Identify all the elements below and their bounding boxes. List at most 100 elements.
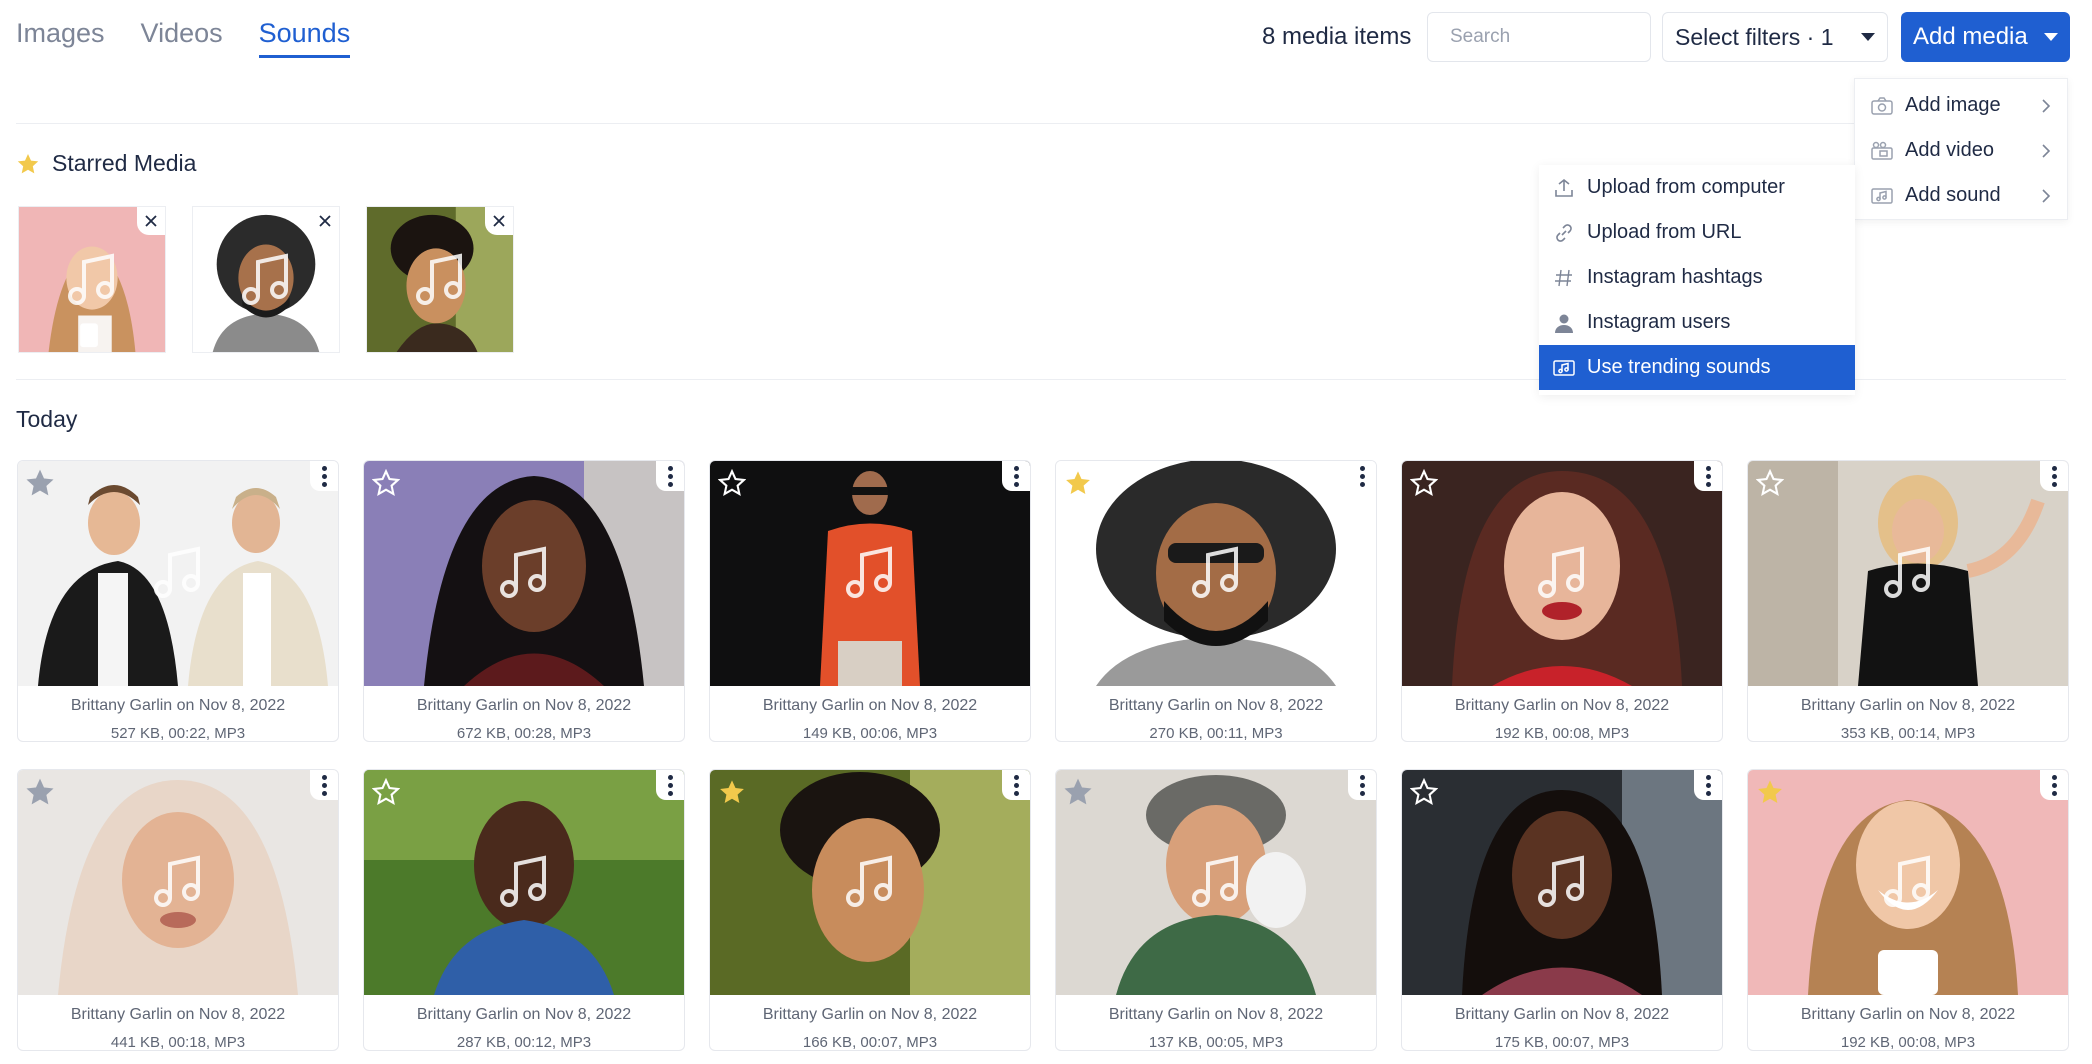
more-options-button[interactable] [1002,461,1030,491]
card-meta: 353 KB, 00:14, MP3 [1840,725,1976,742]
more-options-button[interactable] [310,770,338,800]
user-icon [1555,314,1573,333]
music-note-icon [500,546,546,598]
media-card[interactable]: Brittany Garlin on Nov 8, 2022 287 KB, 0… [363,769,685,1051]
upload-icon [1555,178,1573,197]
star-icon[interactable] [1756,469,1784,497]
card-author: Brittany Garlin on Nov 8, 2022 [1454,1006,1670,1023]
menu-item-add-video[interactable]: Add video [1855,128,2067,173]
more-options-button[interactable] [2040,461,2068,491]
menu-item-label: Instagram users [1587,311,1731,333]
add-media-label: Add media [1913,23,2028,50]
card-meta: 441 KB, 00:18, MP3 [110,1034,246,1051]
star-icon[interactable] [372,469,400,497]
more-options-button[interactable] [2040,770,2068,800]
more-options-button[interactable] [1694,770,1722,800]
music-note-icon [1538,546,1584,598]
more-options-button[interactable] [1348,770,1376,800]
menu-item-label: Add sound [1905,184,2001,206]
section-title-today: Today [16,406,78,432]
menu-item-add-sound[interactable]: Add sound [1855,173,2067,218]
menu-item-label: Upload from URL [1587,221,1742,243]
media-card[interactable]: Brittany Garlin on Nov 8, 2022 270 KB, 0… [1055,460,1377,742]
add-media-button[interactable]: Add media [1901,12,2070,62]
starred-thumb[interactable] [192,206,340,353]
menu-item-upload-computer[interactable]: Upload from computer [1539,165,1855,210]
menu-item-add-image[interactable]: Add image [1855,83,2067,128]
card-author: Brittany Garlin on Nov 8, 2022 [1108,697,1324,714]
music-note-icon [416,253,462,305]
star-icon[interactable] [718,469,746,497]
tab-images[interactable]: Images [16,18,105,58]
star-icon[interactable] [1410,469,1438,497]
menu-item-label: Instagram hashtags [1587,266,1763,288]
star-icon[interactable] [372,778,400,806]
card-author: Brittany Garlin on Nov 8, 2022 [416,1006,632,1023]
menu-item-instagram-hashtags[interactable]: Instagram hashtags [1539,255,1855,300]
music-note-icon [1884,546,1930,598]
music-note-icon [68,253,114,305]
star-icon[interactable] [26,469,54,497]
more-options-button[interactable] [1002,770,1030,800]
star-icon[interactable] [26,778,54,806]
media-card[interactable]: Brittany Garlin on Nov 8, 2022 192 KB, 0… [1747,769,2069,1051]
more-options-button[interactable] [310,461,338,491]
starred-thumb[interactable] [366,206,514,353]
tab-sounds[interactable]: Sounds [258,18,351,58]
card-author: Brittany Garlin on Nov 8, 2022 [1800,697,2016,714]
menu-item-label: Upload from computer [1587,176,1785,198]
card-meta: 672 KB, 00:28, MP3 [456,725,592,742]
media-card[interactable]: Brittany Garlin on Nov 8, 2022 353 KB, 0… [1747,460,2069,742]
more-options-button[interactable] [1348,461,1376,491]
starred-media-heading: Starred Media [16,150,196,177]
tab-videos[interactable]: Videos [141,18,223,58]
more-options-button[interactable] [1694,461,1722,491]
chevron-down-icon [2044,33,2058,41]
menu-item-trending-sounds[interactable]: Use trending sounds [1539,345,1855,390]
music-note-icon [846,855,892,907]
hashtag-icon [1555,269,1572,286]
filters-dropdown[interactable]: Select filters · 1 [1662,12,1888,62]
chevron-down-icon [1861,33,1875,41]
music-note-icon [154,546,200,598]
menu-item-instagram-users[interactable]: Instagram users [1539,300,1855,345]
search-input[interactable] [1427,12,1651,62]
filters-label: Select filters · 1 [1675,23,1834,50]
media-card[interactable]: Brittany Garlin on Nov 8, 2022 166 KB, 0… [709,769,1031,1051]
more-options-button[interactable] [656,461,684,491]
star-icon[interactable] [1410,778,1438,806]
card-meta: 137 KB, 00:05, MP3 [1148,1034,1284,1051]
media-card[interactable]: Brittany Garlin on Nov 8, 2022 527 KB, 0… [17,460,339,742]
media-card[interactable]: Brittany Garlin on Nov 8, 2022 137 KB, 0… [1055,769,1377,1051]
star-filled-icon[interactable] [1064,469,1092,497]
media-card[interactable]: Brittany Garlin on Nov 8, 2022 192 KB, 0… [1401,460,1723,742]
media-card[interactable]: Brittany Garlin on Nov 8, 2022 175 KB, 0… [1401,769,1723,1051]
card-author: Brittany Garlin on Nov 8, 2022 [70,1006,286,1023]
media-card[interactable]: Brittany Garlin on Nov 8, 2022 441 KB, 0… [17,769,339,1051]
starred-thumb[interactable] [18,206,166,353]
music-note-icon [1192,855,1238,907]
menu-item-upload-url[interactable]: Upload from URL [1539,210,1855,255]
menu-item-label: Use trending sounds [1587,356,1771,378]
card-author: Brittany Garlin on Nov 8, 2022 [1800,1006,2016,1023]
add-sound-submenu: Upload from computer Upload from URL Ins… [1539,165,1855,395]
card-meta: 287 KB, 00:12, MP3 [456,1034,592,1051]
card-author: Brittany Garlin on Nov 8, 2022 [1454,697,1670,714]
video-icon [1871,141,1893,160]
remove-starred-button[interactable] [311,207,339,235]
more-options-button[interactable] [656,770,684,800]
music-note-icon [500,855,546,907]
media-card[interactable]: Brittany Garlin on Nov 8, 2022 672 KB, 0… [363,460,685,742]
remove-starred-button[interactable] [137,207,165,235]
star-filled-icon[interactable] [1756,778,1784,806]
divider [16,123,2066,124]
star-icon[interactable] [1064,778,1092,806]
add-media-menu: Add image Add video Add sound [1854,78,2068,220]
star-filled-icon[interactable] [718,778,746,806]
card-meta: 149 KB, 00:06, MP3 [802,725,938,742]
close-icon [493,215,505,227]
media-card[interactable]: Brittany Garlin on Nov 8, 2022 149 KB, 0… [709,460,1031,742]
card-meta: 175 KB, 00:07, MP3 [1494,1034,1630,1051]
card-meta: 527 KB, 00:22, MP3 [110,725,246,742]
remove-starred-button[interactable] [485,207,513,235]
